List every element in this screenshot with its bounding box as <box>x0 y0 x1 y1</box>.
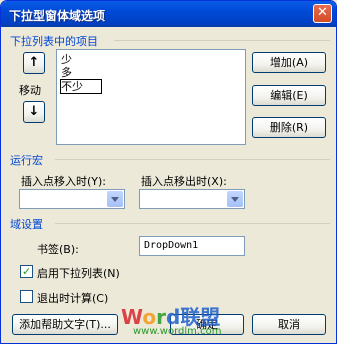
dialog-window: 下拉型窗体域选项 ✕ 下拉列表中的项目 ↑ 移动 ↓ 少 多 不少 增加(A) … <box>0 0 337 344</box>
calculate-on-exit-label: 退出时计算(C) <box>37 292 109 305</box>
bookmark-input[interactable]: DropDown1 <box>139 236 245 256</box>
move-up-button[interactable]: ↑ <box>23 52 45 74</box>
macro-exit-select[interactable] <box>139 189 245 209</box>
macro-entry-select[interactable] <box>19 189 125 209</box>
group-label-dropdown-items: 下拉列表中的项目 <box>10 35 98 48</box>
enable-dropdown-label: 启用下拉列表(N) <box>37 267 120 280</box>
add-button[interactable]: 增加(A) <box>252 52 326 73</box>
move-label: 移动 <box>19 84 41 97</box>
edit-button[interactable]: 编辑(E) <box>252 85 326 106</box>
macro-exit-label: 插入点移出时(X): <box>141 175 227 188</box>
group-divider <box>114 40 330 41</box>
group-label-run-macro: 运行宏 <box>10 154 43 167</box>
move-down-button[interactable]: ↓ <box>23 101 45 123</box>
close-icon: ✕ <box>317 5 328 20</box>
add-help-text-button[interactable]: 添加帮助文字(T)... <box>12 314 118 335</box>
chevron-down-icon[interactable] <box>227 191 243 207</box>
chevron-down-icon[interactable] <box>107 191 123 207</box>
list-item-selected[interactable]: 不少 <box>60 79 102 94</box>
dropdown-items-list[interactable]: 少 多 不少 <box>56 49 246 145</box>
close-button[interactable]: ✕ <box>313 4 332 23</box>
cancel-button[interactable]: 取消 <box>252 314 326 335</box>
window-title: 下拉型窗体域选项 <box>9 9 106 23</box>
group-label-field-settings: 域设置 <box>10 218 43 231</box>
list-item[interactable]: 少 <box>61 53 72 66</box>
arrow-down-icon: ↓ <box>28 104 40 119</box>
macro-entry-label: 插入点移入时(Y): <box>21 175 107 188</box>
enable-dropdown-checkbox[interactable]: ✓ <box>20 265 33 278</box>
delete-button[interactable]: 删除(R) <box>252 117 326 138</box>
list-item[interactable]: 多 <box>61 66 72 79</box>
bookmark-label: 书签(B): <box>37 243 79 256</box>
group-divider <box>55 159 330 160</box>
group-divider <box>55 223 330 224</box>
calculate-on-exit-checkbox[interactable] <box>20 290 33 303</box>
title-bar[interactable]: 下拉型窗体域选项 ✕ <box>1 1 336 27</box>
arrow-up-icon: ↑ <box>28 55 40 70</box>
checkmark-icon: ✓ <box>22 265 32 278</box>
watermark-url: www.wordlm.com <box>133 326 222 337</box>
